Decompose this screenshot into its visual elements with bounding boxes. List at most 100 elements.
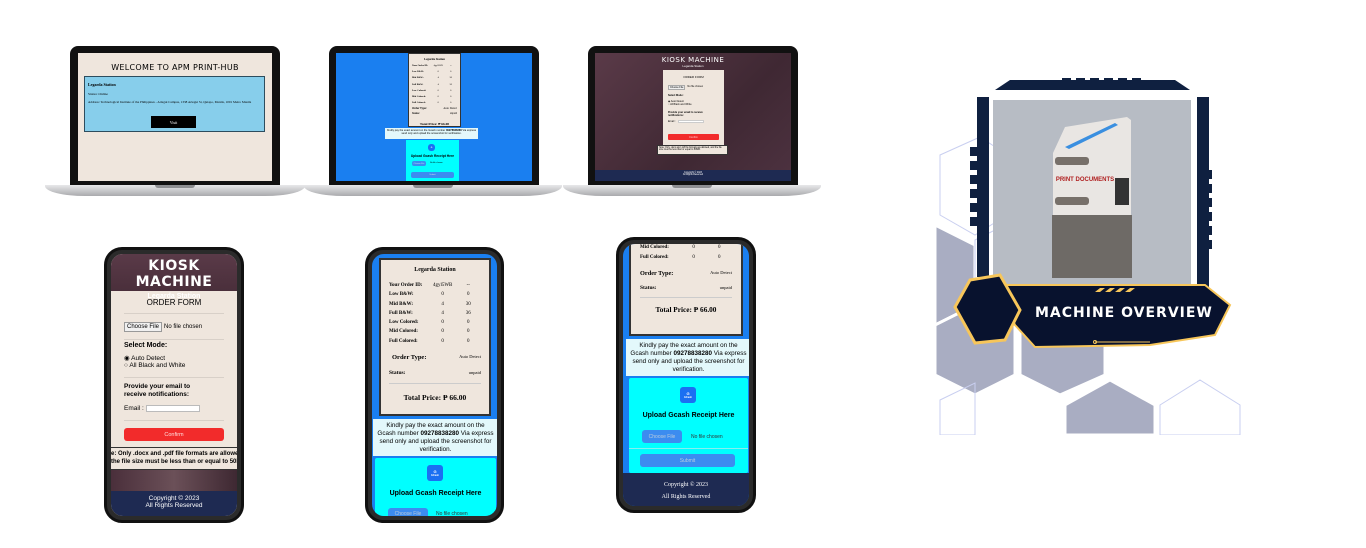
submit-button[interactable]: Submit [640, 454, 735, 467]
confirm-button[interactable]: Confirm [124, 428, 224, 441]
status-value: unpaid [449, 112, 457, 116]
station-card: Legarda Station Status: Online Address: … [84, 76, 265, 132]
receipt-card: Legarda Station Your Order ID: 4gyl5WB -- L… [379, 258, 491, 416]
row-label: Full Colored: [389, 338, 418, 344]
footer: Copyright © 2023 All Rights Reserved [623, 473, 749, 506]
row-value: 0 [466, 338, 470, 344]
machine-label: PRINT DOCUMENTS [1056, 177, 1114, 183]
total-price: Total Price: ₱ 66.00 [403, 392, 467, 402]
choose-file-button[interactable]: Choose File [388, 508, 428, 516]
receipt-row: Full Colored: 0 0 [640, 255, 732, 260]
visit-button[interactable]: Visit [151, 116, 196, 128]
choose-file-button[interactable]: Choose File [412, 161, 426, 166]
email-label: Email : [124, 405, 144, 412]
footer: Copyright © 2023 All Rights Reserved [595, 170, 791, 181]
row-label: Your Order ID: [389, 283, 423, 288]
receipt-station: Legarda Station [424, 57, 445, 61]
row-value: 0 [466, 329, 470, 335]
row-label: Full Colored: [640, 254, 669, 260]
row-value: 0 [441, 292, 444, 298]
receipt-row: Mid Colored: 0 0 [412, 95, 457, 98]
station-name: Legarda Station [88, 82, 116, 87]
no-file-text: No file chosen [691, 434, 723, 440]
row-value: 0 [450, 94, 452, 98]
receipt-row: Full B&W: 4 36 [412, 83, 457, 86]
email-prompt: Provide your email to receive notificati… [124, 383, 191, 399]
order-form-card: ORDER FORM Choose File No file chosen Sel… [663, 70, 724, 145]
receipt-row: Low Colored: 0 0 [389, 320, 481, 325]
rights-text: All Rights Reserved [145, 502, 203, 509]
select-mode-label: Select Mode: [124, 342, 168, 349]
submit-button[interactable]: Submit [411, 172, 454, 178]
row-value: 0 [692, 254, 695, 260]
row-value: 0 [437, 70, 439, 74]
choose-file-button[interactable]: Choose File [642, 430, 682, 443]
receipt-row: Low Colored: 0 0 [412, 89, 457, 92]
row-value: 0 [450, 70, 452, 74]
receipt-row: Full B&W: 4 36 [389, 311, 481, 316]
choose-file-button[interactable]: Choose File [124, 322, 163, 332]
row-label: Mid B&W: [412, 76, 424, 80]
row-label: Mid Colored: [412, 94, 426, 98]
row-value: 0 [717, 245, 721, 250]
row-value: 0 [692, 245, 695, 250]
status-label: Status: [389, 369, 406, 376]
row-value: 30 [449, 76, 452, 80]
row-label: Low Colored: [389, 320, 419, 326]
receipt-row: Your Order ID: 4gyl5WB -- [412, 64, 457, 67]
payment-notice: Kindly pay the exact amount on the Gcash… [373, 419, 497, 456]
email-input[interactable] [145, 405, 200, 412]
gcash-logo-icon: G [428, 144, 435, 151]
receipt-card: Legarda Station Your Order ID: 4gyl5WB -- L… [408, 53, 461, 127]
radio-all-bw[interactable]: ○ All Black and White [124, 362, 224, 369]
rights-text: All Rights Reserved [661, 494, 711, 500]
order-type-label: Order Type: [392, 353, 427, 361]
email-prompt: Provide your email to receive notificati… [668, 111, 703, 117]
receipt-card: Mid Colored: 0 0 Full Colored: 0 0 Order Type… [629, 244, 743, 336]
phone-receipt-top: Legarda Station Your Order ID: 4gyl5WB -- L… [365, 247, 504, 523]
receipt-screen: Legarda Station Your Order ID: 4gyl5WB -- L… [336, 53, 532, 181]
footer: Copyright © 2023 All Rights Reserved [111, 491, 237, 516]
order-type-label: Order Type: [412, 107, 427, 111]
row-label: Full Colored: [412, 101, 426, 105]
upload-section: G Upload Gcash Receipt Here Choose File … [406, 140, 459, 181]
row-value: 0 [441, 320, 444, 326]
radio-all-bw[interactable]: ○ All Black and White [668, 103, 719, 106]
copyright-text: Copyright © 2023 [664, 482, 708, 488]
no-file-text: No file chosen [687, 85, 704, 88]
order-form-card: ORDER FORM Choose File No file chosen Se… [111, 291, 237, 447]
status-label: Status: [412, 112, 420, 116]
payment-notice: Kindly pay the exact amount on the Gcash… [626, 339, 749, 376]
row-value: -- [449, 64, 452, 67]
gcash-logo-icon: G GCash [680, 387, 696, 403]
station-address: Address: Technological Institute of the … [88, 100, 252, 104]
email-input[interactable] [677, 120, 704, 123]
station-status: Status: Online [88, 92, 108, 96]
row-value: 4 [437, 82, 439, 86]
order-type-value: Auto Detect [443, 107, 457, 111]
row-value: 0 [437, 94, 439, 98]
welcome-screen: WELCOME TO APM PRINT-HUB Legarda Station… [78, 53, 272, 181]
order-type-value: Auto Detect [459, 353, 481, 359]
payment-notice: Kindly pay the exact amount on the Gcash… [385, 128, 478, 139]
order-type-value: Auto Detect [710, 269, 732, 275]
row-value: 0 [437, 101, 439, 105]
row-value: 4 [441, 310, 444, 316]
status-label: Status: [640, 284, 657, 291]
kiosk-machine-image [1052, 117, 1132, 278]
row-value: 0 [717, 254, 721, 260]
receipt-row: Mid Colored: 0 0 [640, 245, 732, 250]
row-label: Low B&W: [389, 292, 414, 298]
confirm-button[interactable]: Confirm [668, 134, 719, 140]
upload-section: G GCash Upload Gcash Receipt Here Choose … [629, 378, 748, 473]
choose-file-button[interactable]: Choose File [668, 85, 686, 90]
upload-title: Upload Gcash Receipt Here [642, 412, 735, 419]
receipt-row: Full Colored: 0 0 [389, 339, 481, 344]
receipt-row: Mid B&W: 4 30 [389, 302, 481, 307]
row-value: 0 [450, 88, 452, 92]
form-title: ORDER FORM [146, 298, 202, 307]
row-value: -- [466, 283, 470, 288]
radio-auto-detect[interactable]: ◉ Auto Detect [124, 354, 224, 362]
upload-title: Upload Gcash Receipt Here [389, 490, 482, 497]
overview-title: MACHINE OVERVIEW [1035, 305, 1213, 321]
